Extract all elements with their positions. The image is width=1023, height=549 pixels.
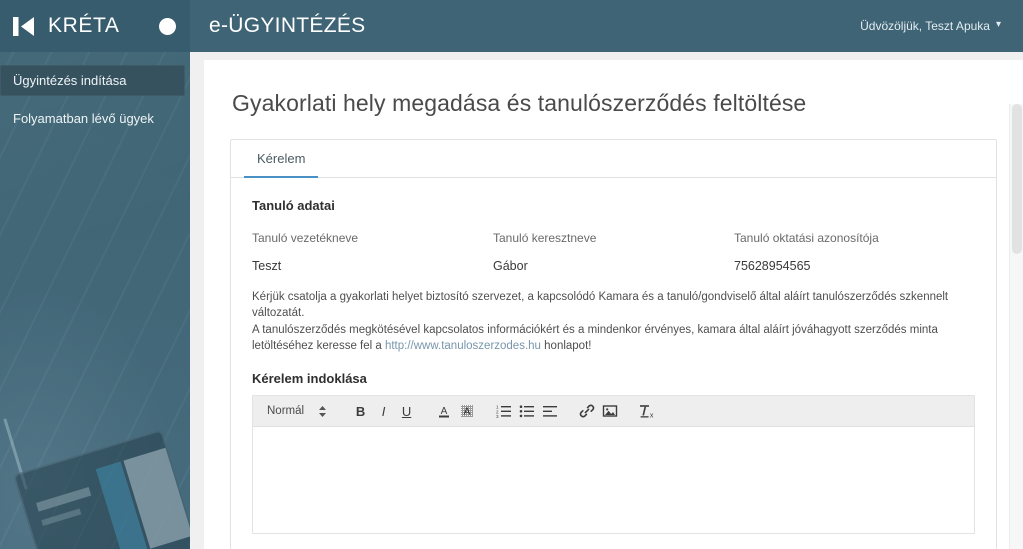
stepper-updown-icon <box>319 405 327 417</box>
app-title: e-ÜGYINTÉZÉS <box>209 14 366 37</box>
page-card: Gyakorlati hely megadása és tanulószerző… <box>204 60 1023 549</box>
field-label-oktatasi-azonosito: Tanuló oktatási azonosítója <box>734 231 879 245</box>
clear-formatting-icon[interactable]: x <box>635 400 658 423</box>
editor-toolbar: Normál B I U A A 1 2 3 x <box>253 396 974 428</box>
field-value-vezeteknev: Teszt <box>252 259 282 273</box>
svg-text:A: A <box>440 406 447 417</box>
user-menu[interactable]: Üdvözöljük, Teszt Apuka ▾ <box>860 19 1001 33</box>
page-title: Gyakorlati hely megadása és tanulószerző… <box>232 90 807 116</box>
sidebar-header: KRÉTA <box>0 0 190 52</box>
svg-text:3: 3 <box>496 414 499 419</box>
tab-panel: Kérelem Tanuló adatai Tanuló vezetékneve… <box>230 139 997 549</box>
scrollbar-thumb[interactable] <box>1012 104 1022 254</box>
field-label-vezeteknev: Tanuló vezetékneve <box>252 231 359 245</box>
student-section-heading: Tanuló adatai <box>252 198 335 213</box>
circle-dot-icon[interactable] <box>159 17 176 35</box>
sidebar-nav: Ügyintézés indítása Folyamatban lévő ügy… <box>0 52 190 134</box>
highlight-color-icon[interactable]: A <box>455 400 478 423</box>
note-line-2-before: A tanulószerződés megkötésével kapcsolat… <box>252 323 938 352</box>
editor-content-area[interactable] <box>253 427 974 534</box>
user-greeting-label: Üdvözöljük, Teszt Apuka <box>860 19 990 33</box>
student-field-grid: Tanuló vezetékneve Tanuló keresztneve Ta… <box>252 231 975 273</box>
image-icon[interactable] <box>598 400 621 423</box>
sidebar-item-label: Ügyintézés indítása <box>13 73 127 88</box>
svg-text:x: x <box>649 413 653 420</box>
note-line-1: Kérjük csatolja a gyakorlati helyet bizt… <box>252 291 949 320</box>
app-root: KRÉTA Ügyintézés indítása Folyamatban lé… <box>0 0 1023 549</box>
sidebar-item-ugyintezes-inditasa[interactable]: Ügyintézés indítása <box>0 65 185 96</box>
tab-body: Tanuló adatai Tanuló vezetékneve Tanuló … <box>231 178 996 549</box>
field-label-keresztnev: Tanuló keresztneve <box>493 231 597 245</box>
sidebar: KRÉTA Ügyintézés indítása Folyamatban lé… <box>0 0 190 549</box>
field-value-keresztnev: Gábor <box>493 259 528 273</box>
editor-label: Kérelem indoklása <box>252 371 367 387</box>
ordered-list-icon[interactable]: 1 2 3 <box>492 400 515 423</box>
underline-icon[interactable]: U <box>395 400 418 423</box>
format-select[interactable]: Normál <box>261 405 335 418</box>
sidebar-photo-tablet <box>12 428 190 549</box>
italic-icon[interactable]: I <box>372 400 395 423</box>
svg-text:A: A <box>463 407 470 418</box>
rich-text-editor: Normál B I U A A 1 2 3 x <box>252 395 975 535</box>
instruction-note: Kérjük csatolja a gyakorlati helyet bizt… <box>252 289 975 354</box>
tab-strip: Kérelem <box>231 140 996 178</box>
tab-kerelem[interactable]: Kérelem <box>244 140 319 178</box>
note-line-2-after: honlapot! <box>540 339 592 352</box>
tab-label: Kérelem <box>257 151 306 166</box>
field-value-oktatasi-azonosito: 75628954565 <box>734 259 811 273</box>
topbar: e-ÜGYINTÉZÉS Üdvözöljük, Teszt Apuka ▾ <box>190 0 1023 52</box>
bullet-list-icon[interactable] <box>515 400 538 423</box>
sidebar-item-label: Folyamatban lévő ügyek <box>13 111 154 126</box>
vertical-scrollbar[interactable] <box>1009 104 1023 549</box>
main-area: e-ÜGYINTÉZÉS Üdvözöljük, Teszt Apuka ▾ G… <box>190 0 1023 549</box>
sidebar-item-folyamatban-levo-ugyek[interactable]: Folyamatban lévő ügyek <box>0 103 185 134</box>
link-icon[interactable] <box>575 400 598 423</box>
bold-icon[interactable]: B <box>349 400 372 423</box>
brand-name: KRÉTA <box>48 14 120 37</box>
format-select-value: Normál <box>267 405 305 418</box>
chevron-down-icon: ▾ <box>995 19 1001 30</box>
kreta-k-logo-icon[interactable] <box>12 14 37 39</box>
content-scroll-area: Gyakorlati hely megadása és tanulószerző… <box>190 52 1023 549</box>
text-color-icon[interactable]: A <box>432 400 455 423</box>
align-left-icon[interactable] <box>538 400 561 423</box>
tanuloszerzodes-link[interactable]: http://www.tanuloszerzodes.hu <box>385 340 541 352</box>
